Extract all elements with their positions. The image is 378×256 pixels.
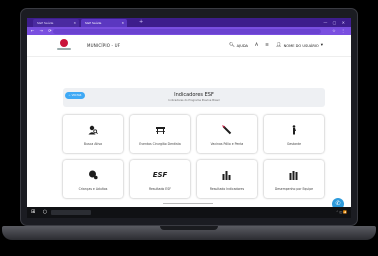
browser-address-bar: ← → ⟳ ☆ ⋮ <box>27 27 351 35</box>
browser-menu-icon[interactable]: ☆ ⋮ <box>332 27 347 35</box>
logo[interactable] <box>57 39 71 53</box>
menu-icon[interactable]: ≡ <box>265 43 269 49</box>
card-label: Vacinas Pólio e Penta <box>210 142 244 146</box>
card-eventos-cirurgiao-dentista[interactable]: Eventos Cirurgião Dentista <box>130 115 190 153</box>
browser-tab-1[interactable]: SGP Saúde ✕ <box>33 19 79 27</box>
taskbar-search-input[interactable] <box>51 210 91 215</box>
browser-tab-2[interactable]: SGP Saúde ✕ <box>81 19 127 27</box>
team-chart-icon <box>264 170 324 183</box>
footer-divider <box>163 203 213 204</box>
card-label: Gestante <box>286 142 302 146</box>
indicators-chart-icon <box>197 170 257 183</box>
url-input[interactable] <box>53 28 321 34</box>
user-name: NOME DO USUÁRIO <box>283 44 319 48</box>
search-icon: 🔍︎ <box>228 42 235 48</box>
help-label: AJUDA <box>236 44 248 48</box>
font-size-icon[interactable]: A <box>255 43 258 49</box>
laptop-notch <box>160 226 218 230</box>
chevron-down-icon: ▾ <box>320 42 323 48</box>
card-vacinas-polio-penta[interactable]: Vacinas Pólio e Penta <box>197 115 257 153</box>
card-resultado-esf[interactable]: ESF Resultado ESF <box>130 160 190 198</box>
card-resultado-indicadores[interactable]: Resultado Indicadores <box>197 160 257 198</box>
people-icon <box>63 170 123 183</box>
help-button[interactable]: 🔍︎ AJUDA <box>228 42 248 49</box>
tab-close-icon[interactable]: ✕ <box>121 19 124 27</box>
page-subtitle: Indicadores do Programa Previne Brasil <box>168 99 220 102</box>
window-controls[interactable]: — ▢ ✕ <box>323 19 347 26</box>
card-label: Resultado Indicadores <box>209 187 245 191</box>
user-icon: 👤︎ <box>275 42 282 48</box>
user-search-icon <box>63 125 123 138</box>
browser-tab-bar: SGP Saúde ✕ SGP Saúde ✕ + — ▢ ✕ <box>27 18 351 27</box>
laptop-frame: SGP Saúde ✕ SGP Saúde ✕ + — ▢ ✕ ← → ⟳ ☆ … <box>0 0 378 256</box>
pregnant-icon <box>264 125 324 138</box>
system-tray[interactable]: ⌃ ◫ 📶 <box>336 207 347 218</box>
page-title-bar: ← VOLTAR Indicadores ESF Indicadores do … <box>63 88 325 107</box>
card-label: Resultado ESF <box>149 187 171 191</box>
screen: SGP Saúde ✕ SGP Saúde ✕ + — ▢ ✕ ← → ⟳ ☆ … <box>27 18 351 218</box>
card-label: Desempenho por Equipe <box>274 187 314 191</box>
logo-wordmark <box>57 48 71 50</box>
logo-mark <box>60 39 68 47</box>
tab-label: SGP Saúde <box>85 21 102 25</box>
nav-controls[interactable]: ← → ⟳ <box>31 27 54 35</box>
tab-close-icon[interactable]: ✕ <box>73 19 76 27</box>
page-title: Indicadores ESF <box>174 92 214 98</box>
card-label: Eventos Cirurgião Dentista <box>139 142 181 146</box>
city-name: MUNICÍPIO - UF <box>87 43 121 48</box>
app-header: MUNICÍPIO - UF 🔍︎ AJUDA A ≡ 👤︎ NOME DO U… <box>27 35 351 57</box>
syringe-icon <box>197 125 257 138</box>
tab-label: SGP Saúde <box>37 21 54 25</box>
os-taskbar: ⊞ ○ ⌃ ◫ 📶 <box>27 207 351 218</box>
card-criancas-adultos[interactable]: Crianças e Adultos <box>63 160 123 198</box>
start-button[interactable]: ⊞ ○ <box>31 207 50 218</box>
card-label: Crianças e Adultos <box>78 187 108 191</box>
user-menu[interactable]: 👤︎ NOME DO USUÁRIO ▾ <box>275 42 323 49</box>
main-content: ← VOLTAR Indicadores ESF Indicadores do … <box>27 57 351 210</box>
card-busca-ativa[interactable]: Busca Ativa <box>63 115 123 153</box>
card-label: Busca Ativa <box>83 142 103 146</box>
dental-chair-icon <box>130 125 190 138</box>
new-tab-icon[interactable]: + <box>139 19 143 26</box>
card-gestante[interactable]: Gestante <box>264 115 324 153</box>
esf-icon: ESF <box>152 171 168 179</box>
card-desempenho-equipe[interactable]: Desempenho por Equipe <box>264 160 324 198</box>
